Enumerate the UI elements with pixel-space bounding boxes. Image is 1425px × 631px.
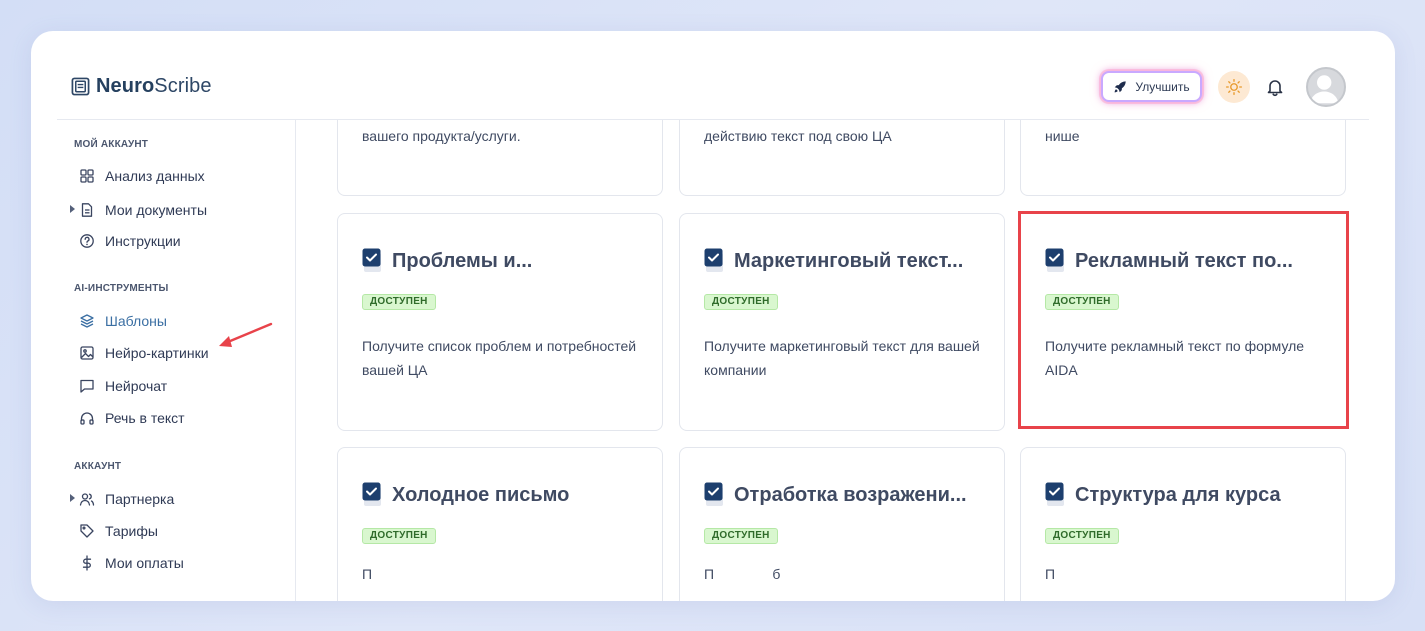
- card-description: вашего продукта/услуги.: [362, 128, 521, 144]
- header: NeuroScribe Улучшить: [31, 31, 1395, 120]
- headphones-icon: [80, 412, 94, 425]
- sidebar-item-label: Речь в текст: [105, 410, 185, 426]
- sidebar-item-documents[interactable]: Мои документы: [70, 198, 208, 222]
- logo[interactable]: NeuroScribe: [71, 75, 212, 98]
- card-title: Отработка возражени...: [704, 482, 967, 508]
- grid-icon: [80, 169, 94, 183]
- template-card[interactable]: нише: [1020, 120, 1346, 196]
- sidebar-item-label: Шаблоны: [105, 313, 167, 329]
- help-circle-icon: [80, 234, 94, 248]
- status-badge: ДОСТУПЕН: [1045, 528, 1119, 544]
- card-title-text: Маркетинговый текст...: [734, 249, 964, 272]
- card-description: П: [362, 566, 373, 582]
- chat-bubble-icon: [80, 379, 94, 393]
- theme-toggle-button[interactable]: [1218, 71, 1250, 103]
- logo-text: NeuroScribe: [96, 75, 212, 98]
- section-title-my-account: МОЙ АККАУНТ: [74, 139, 149, 150]
- card-description: Получите рекламный текст по формуле AIDA: [1045, 338, 1305, 378]
- card-description: Получите маркетинговый текст для вашей к…: [704, 338, 980, 378]
- checkbox-icon: [362, 482, 381, 506]
- sidebar-item-label: Тарифы: [105, 523, 158, 539]
- image-icon: [80, 346, 94, 360]
- app-window: NeuroScribe Улучшить МОЙ АККАУНТ Анализ …: [31, 31, 1395, 601]
- card-title-text: Отработка возражени...: [734, 483, 967, 506]
- sidebar: МОЙ АККАУНТ Анализ данных Мои документы …: [57, 120, 296, 601]
- sidebar-item-neurochat[interactable]: Нейрочат: [79, 374, 167, 398]
- notifications-button[interactable]: [1263, 75, 1287, 99]
- sidebar-item-label: Мои оплаты: [105, 555, 184, 571]
- card-description: действию текст под свою ЦА: [704, 128, 892, 144]
- card-description: нише: [1045, 128, 1080, 144]
- template-card-cold-email[interactable]: Холодное письмо ДОСТУПЕН П: [337, 447, 663, 601]
- sidebar-item-instructions[interactable]: Инструкции: [79, 229, 181, 253]
- template-card-marketing-text[interactable]: Маркетинговый текст... ДОСТУПЕН Получите…: [679, 213, 1005, 431]
- template-card-course-structure[interactable]: Структура для курса ДОСТУПЕН П: [1020, 447, 1346, 601]
- tag-icon: [80, 524, 94, 538]
- sun-icon: [1225, 78, 1243, 96]
- logo-icon: [71, 77, 90, 96]
- sidebar-item-templates[interactable]: Шаблоны: [79, 309, 167, 333]
- checkbox-icon: [1045, 482, 1064, 506]
- card-title: Проблемы и...: [362, 248, 532, 274]
- card-title-text: Проблемы и...: [392, 249, 533, 272]
- checkbox-icon: [1045, 248, 1064, 272]
- section-title-ai-tools: AI-ИНСТРУМЕНТЫ: [74, 283, 169, 294]
- card-title-text: Рекламный текст по...: [1075, 249, 1293, 272]
- checkbox-icon: [704, 482, 723, 506]
- card-title: Холодное письмо: [362, 482, 569, 508]
- upgrade-button[interactable]: Улучшить: [1101, 71, 1202, 102]
- template-card-ad-text[interactable]: Рекламный текст по... ДОСТУПЕН Получите …: [1018, 211, 1349, 429]
- status-badge: ДОСТУПЕН: [362, 294, 436, 310]
- card-title: Рекламный текст по...: [1045, 248, 1293, 274]
- sidebar-item-partner[interactable]: Партнерка: [70, 487, 175, 511]
- status-badge: ДОСТУПЕН: [362, 528, 436, 544]
- sidebar-item-label: Инструкции: [105, 233, 181, 249]
- card-description: П б: [704, 566, 781, 582]
- logo-rest-text: Scribe: [154, 75, 212, 97]
- card-title-text: Холодное письмо: [392, 483, 570, 506]
- card-title-text: Структура для курса: [1075, 483, 1281, 506]
- user-silhouette-icon: [1309, 75, 1339, 104]
- templates-grid: вашего продукта/услуги. действию текст п…: [297, 120, 1369, 601]
- sidebar-item-label: Нейро-картинки: [105, 345, 209, 361]
- checkbox-icon: [362, 248, 381, 272]
- status-badge: ДОСТУПЕН: [1045, 294, 1119, 310]
- dollar-icon: [82, 555, 92, 571]
- section-title-account: АККАУНТ: [74, 461, 122, 472]
- layers-icon: [80, 314, 94, 328]
- upgrade-label: Улучшить: [1135, 79, 1190, 94]
- status-badge: ДОСТУПЕН: [704, 528, 778, 544]
- expand-caret-icon[interactable]: [70, 494, 75, 502]
- sidebar-item-label: Партнерка: [105, 491, 175, 507]
- users-icon: [79, 493, 95, 506]
- expand-caret-icon[interactable]: [70, 205, 75, 213]
- sidebar-item-tariffs[interactable]: Тарифы: [79, 519, 158, 543]
- sidebar-item-speech-to-text[interactable]: Речь в текст: [79, 406, 185, 430]
- sidebar-item-analytics[interactable]: Анализ данных: [79, 164, 205, 188]
- logo-bold-text: Neuro: [96, 75, 155, 97]
- sidebar-item-neuro-images[interactable]: Нейро-картинки: [79, 341, 209, 365]
- rocket-icon: [1114, 80, 1127, 92]
- bell-icon: [1267, 80, 1283, 97]
- template-card[interactable]: действию текст под свою ЦА: [679, 120, 1005, 196]
- user-avatar[interactable]: [1306, 67, 1346, 107]
- card-description: П: [1045, 566, 1056, 582]
- sidebar-item-label: Мои документы: [105, 202, 208, 218]
- sidebar-item-label: Нейрочат: [105, 378, 168, 394]
- card-title: Маркетинговый текст...: [704, 248, 963, 274]
- document-icon: [81, 203, 93, 217]
- template-card-problems[interactable]: Проблемы и... ДОСТУПЕН Получите список п…: [337, 213, 663, 431]
- checkbox-icon: [704, 248, 723, 272]
- status-badge: ДОСТУПЕН: [704, 294, 778, 310]
- template-card-objections[interactable]: Отработка возражени... ДОСТУПЕН П б: [679, 447, 1005, 601]
- card-description: Получите список проблем и потребностей в…: [362, 338, 637, 378]
- card-title: Структура для курса: [1045, 482, 1281, 508]
- template-card[interactable]: вашего продукта/услуги.: [337, 120, 663, 196]
- annotation-arrow-icon: [219, 322, 273, 347]
- sidebar-item-payments[interactable]: Мои оплаты: [79, 551, 184, 575]
- sidebar-item-label: Анализ данных: [105, 168, 205, 184]
